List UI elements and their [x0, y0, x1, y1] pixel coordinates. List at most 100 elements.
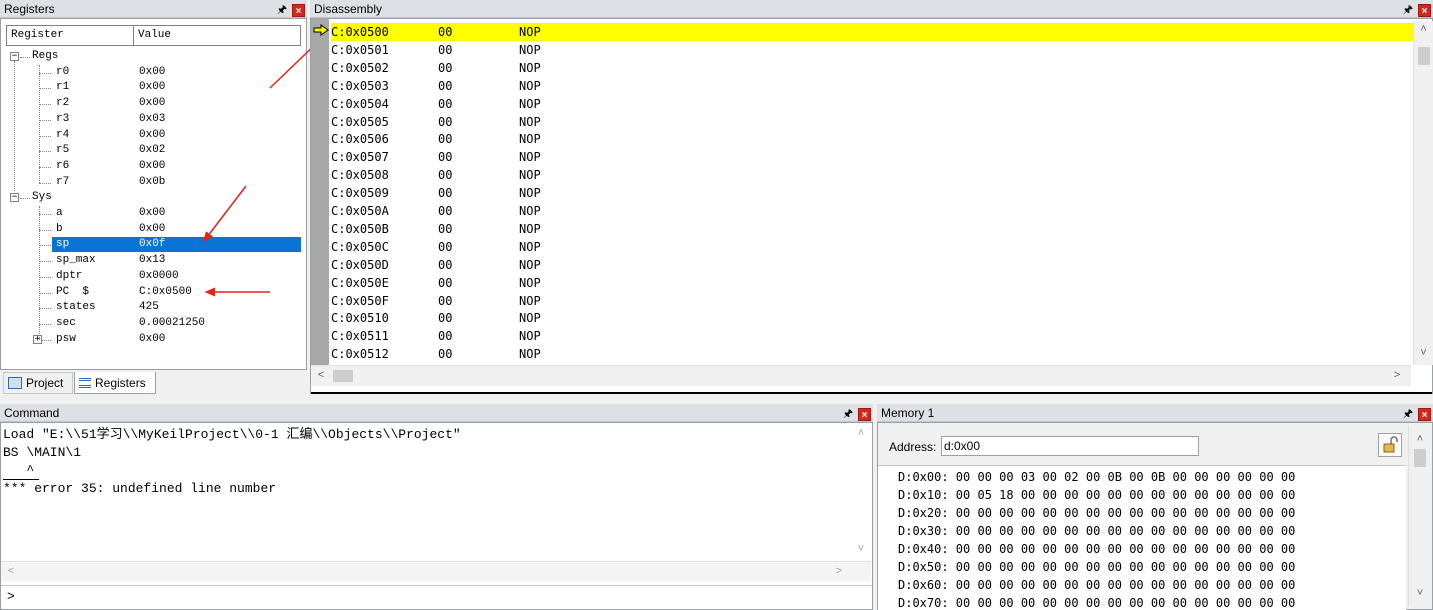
- command-output-line: ^: [3, 463, 35, 478]
- command-title: Command: [4, 406, 60, 420]
- memory-row[interactable]: D:0x40: 00 00 00 00 00 00 00 00 00 00 00…: [898, 540, 1295, 558]
- instruction-row[interactable]: C:0x0506 00 NOP: [331, 130, 1411, 148]
- instruction-row[interactable]: C:0x0508 00 NOP: [331, 166, 1411, 184]
- instruction-mnemonic: NOP: [519, 293, 541, 308]
- instruction-mnemonic: NOP: [519, 42, 541, 57]
- instruction-row[interactable]: C:0x0504 00 NOP: [331, 95, 1411, 113]
- instruction-address: C:0x0508: [331, 168, 389, 183]
- memory-row[interactable]: D:0x70: 00 00 00 00 00 00 00 00 00 00 00…: [898, 594, 1295, 610]
- address-label: Address:: [889, 440, 937, 454]
- current-instruction-row[interactable]: C:0x0500 00 NOP: [331, 23, 1413, 41]
- command-input-line[interactable]: >: [1, 585, 872, 608]
- scroll-up-icon[interactable]: ˄: [1409, 433, 1431, 445]
- instruction-row[interactable]: C:0x050C 00 NOP: [331, 238, 1411, 256]
- scroll-thumb[interactable]: [1414, 449, 1426, 467]
- scroll-left-icon[interactable]: <: [5, 565, 17, 577]
- instruction-row[interactable]: C:0x0505 00 NOP: [331, 113, 1411, 131]
- pin-icon[interactable]: 🖈: [1402, 405, 1414, 423]
- scroll-right-icon[interactable]: >: [833, 565, 845, 577]
- instruction-row[interactable]: C:0x0501 00 NOP: [331, 41, 1411, 59]
- instruction-opcode: 00: [438, 329, 453, 344]
- lock-icon[interactable]: [1378, 433, 1402, 457]
- disassembly-horizontal-scrollbar[interactable]: < >: [311, 365, 1411, 386]
- instruction-row[interactable]: C:0x0507 00 NOP: [331, 148, 1411, 166]
- scroll-down-icon[interactable]: ˅: [1414, 347, 1433, 359]
- instruction-row[interactable]: C:0x050F 00 NOP: [331, 292, 1411, 310]
- memory-row[interactable]: D:0x30: 00 00 00 00 00 00 00 00 00 00 00…: [898, 522, 1295, 540]
- instruction-address: C:0x0505: [331, 114, 389, 129]
- instruction-address: C:0x0507: [331, 150, 389, 165]
- scroll-down-icon[interactable]: ˅: [1409, 587, 1431, 599]
- scroll-left-icon[interactable]: <: [315, 369, 327, 381]
- memory-row[interactable]: D:0x20: 00 00 00 00 00 00 00 00 00 00 00…: [898, 504, 1295, 522]
- instruction-mnemonic: NOP: [519, 168, 541, 183]
- instruction-row[interactable]: C:0x050A 00 NOP: [331, 202, 1411, 220]
- tab-project[interactable]: Project: [3, 372, 73, 394]
- instruction-row[interactable]: C:0x0510 00 NOP: [331, 309, 1411, 327]
- disassembly-title: Disassembly: [314, 2, 383, 16]
- registers-icon: [79, 377, 91, 388]
- command-vertical-scrollbar[interactable]: ˄ ˅: [851, 425, 871, 559]
- pin-icon[interactable]: 🖈: [1402, 1, 1414, 19]
- close-icon[interactable]: ×: [858, 407, 871, 421]
- instruction-address: C:0x0506: [331, 132, 389, 147]
- memory-vertical-scrollbar[interactable]: ˄ ˅: [1408, 425, 1431, 607]
- address-input[interactable]: d:0x00: [941, 436, 1199, 456]
- scroll-down-icon[interactable]: ˅: [851, 543, 871, 555]
- command-horizontal-scrollbar[interactable]: < >: [1, 561, 871, 582]
- instruction-opcode: 00: [438, 114, 453, 129]
- instruction-mnemonic: NOP: [519, 60, 541, 75]
- pin-icon[interactable]: 🖈: [842, 405, 854, 423]
- instruction-opcode: 00: [438, 25, 453, 39]
- disassembly-window: C:0x0500 00 NOP C:0x0501 00 NOP C:0x0502 00 NOP C…: [310, 18, 1433, 394]
- command-output-line: BS \MAIN\1: [3, 445, 82, 460]
- instruction-row[interactable]: C:0x0509 00 NOP: [331, 184, 1411, 202]
- current-line-arrow-icon: [313, 24, 329, 36]
- disassembly-vertical-scrollbar[interactable]: ˄ ˅: [1413, 21, 1433, 365]
- instruction-mnemonic: NOP: [519, 114, 541, 129]
- scroll-thumb[interactable]: [1418, 47, 1430, 65]
- memory-row[interactable]: D:0x10: 00 05 18 00 00 00 00 00 00 00 00…: [898, 486, 1295, 504]
- instruction-address: C:0x0501: [331, 42, 389, 57]
- instruction-address: C:0x050C: [331, 239, 389, 254]
- expand-icon[interactable]: +: [33, 334, 42, 344]
- instruction-opcode: 00: [438, 257, 453, 272]
- register-row[interactable]: + psw 0x00: [1, 332, 306, 348]
- instruction-row[interactable]: C:0x050B 00 NOP: [331, 220, 1411, 238]
- instruction-opcode: 00: [438, 311, 453, 326]
- disassembly-gutter[interactable]: [311, 19, 329, 365]
- memory-window: Address: d:0x00 D:0x00: 00 00 00 03 00 0…: [877, 422, 1433, 610]
- instruction-address: C:0x050D: [331, 257, 389, 272]
- instruction-row[interactable]: C:0x050D 00 NOP: [331, 256, 1411, 274]
- address-input-value: d:0x00: [944, 439, 981, 453]
- register-value[interactable]: 0.00021250: [139, 316, 205, 331]
- instruction-row[interactable]: C:0x0502 00 NOP: [331, 59, 1411, 77]
- register-row[interactable]: sec 0.00021250: [1, 316, 306, 332]
- close-icon[interactable]: ×: [1418, 407, 1431, 421]
- memory-content: D:0x00: 00 00 00 03 00 02 00 0B 00 0B 00…: [878, 465, 1406, 610]
- instruction-row[interactable]: C:0x0511 00 NOP: [331, 327, 1411, 345]
- instruction-mnemonic: NOP: [519, 150, 541, 165]
- instruction-opcode: 00: [438, 347, 453, 362]
- memory-row[interactable]: D:0x60: 00 00 00 00 00 00 00 00 00 00 00…: [898, 576, 1295, 594]
- instruction-mnemonic: NOP: [519, 257, 541, 272]
- tree-connector: [39, 323, 51, 325]
- scroll-right-icon[interactable]: >: [1391, 369, 1403, 381]
- close-icon[interactable]: ×: [1418, 3, 1431, 17]
- scroll-up-icon[interactable]: ˄: [1414, 23, 1433, 35]
- caret-underline: [3, 479, 39, 480]
- instruction-opcode: 00: [438, 204, 453, 218]
- memory-row[interactable]: D:0x50: 00 00 00 00 00 00 00 00 00 00 00…: [898, 558, 1295, 576]
- register-value[interactable]: 0x00: [139, 332, 165, 347]
- instruction-row[interactable]: C:0x050E 00 NOP: [331, 274, 1411, 292]
- instruction-address: C:0x050F: [331, 293, 389, 308]
- tab-registers[interactable]: Registers: [74, 372, 156, 394]
- scroll-up-icon[interactable]: ˄: [851, 427, 871, 439]
- command-prompt: >: [7, 589, 15, 604]
- instruction-address: C:0x0511: [331, 329, 389, 344]
- scroll-thumb-horizontal[interactable]: [333, 370, 353, 382]
- instruction-mnemonic: NOP: [519, 347, 541, 362]
- instruction-row[interactable]: C:0x0512 00 NOP: [331, 345, 1411, 363]
- memory-row[interactable]: D:0x00: 00 00 00 03 00 02 00 0B 00 0B 00…: [898, 468, 1295, 486]
- instruction-row[interactable]: C:0x0503 00 NOP: [331, 77, 1411, 95]
